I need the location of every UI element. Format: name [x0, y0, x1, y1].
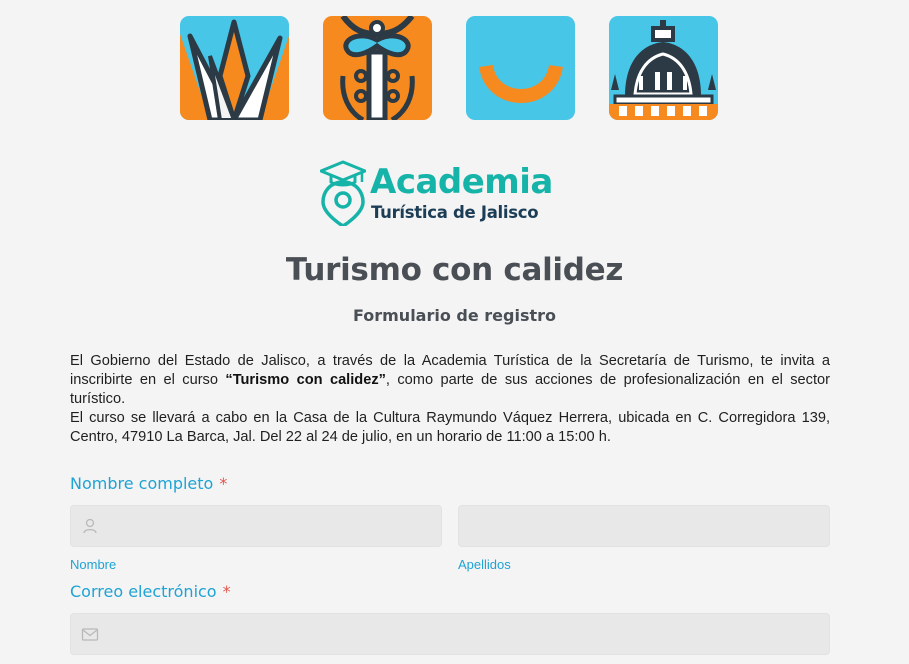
- agave-plant-icon: [180, 16, 289, 120]
- required-mark: *: [219, 474, 228, 493]
- academia-logo: Academia Turística de Jalisco: [320, 160, 590, 228]
- email-input[interactable]: [71, 614, 829, 654]
- page-subtitle: Formulario de registro: [352, 306, 557, 325]
- intro-text: El Gobierno del Estado de Jalisco, a tra…: [70, 352, 830, 447]
- email-label: Correo electrónico *: [70, 582, 231, 601]
- full-name-label: Nombre completo *: [70, 474, 228, 493]
- course-name: “Turismo con calidez”: [225, 372, 386, 388]
- envelope-icon: [81, 628, 99, 641]
- user-icon: [83, 518, 97, 534]
- first-name-field[interactable]: [70, 505, 442, 547]
- email-field[interactable]: [70, 613, 830, 655]
- smile-icon: [466, 16, 575, 120]
- intro-paragraph-2: El curso se llevará a cabo en la Casa de…: [70, 410, 830, 445]
- logo-subtitle: Turística de Jalisco: [371, 203, 539, 222]
- header-icons-row: [180, 16, 718, 120]
- graduation-cap-pin-icon: [320, 160, 366, 226]
- last-name-field[interactable]: [458, 505, 830, 547]
- first-name-input[interactable]: [71, 506, 441, 546]
- intro-paragraph-1: El Gobierno del Estado de Jalisco, a tra…: [70, 353, 830, 407]
- charro-suit-icon: [323, 16, 432, 120]
- required-mark: *: [222, 582, 231, 601]
- logo-title: Academia: [370, 162, 553, 202]
- page-title: Turismo con calidez: [285, 252, 624, 288]
- last-name-sublabel: Apellidos: [458, 557, 511, 572]
- cathedral-dome-icon: [609, 16, 718, 120]
- first-name-sublabel: Nombre: [70, 557, 117, 572]
- last-name-input[interactable]: [459, 506, 829, 546]
